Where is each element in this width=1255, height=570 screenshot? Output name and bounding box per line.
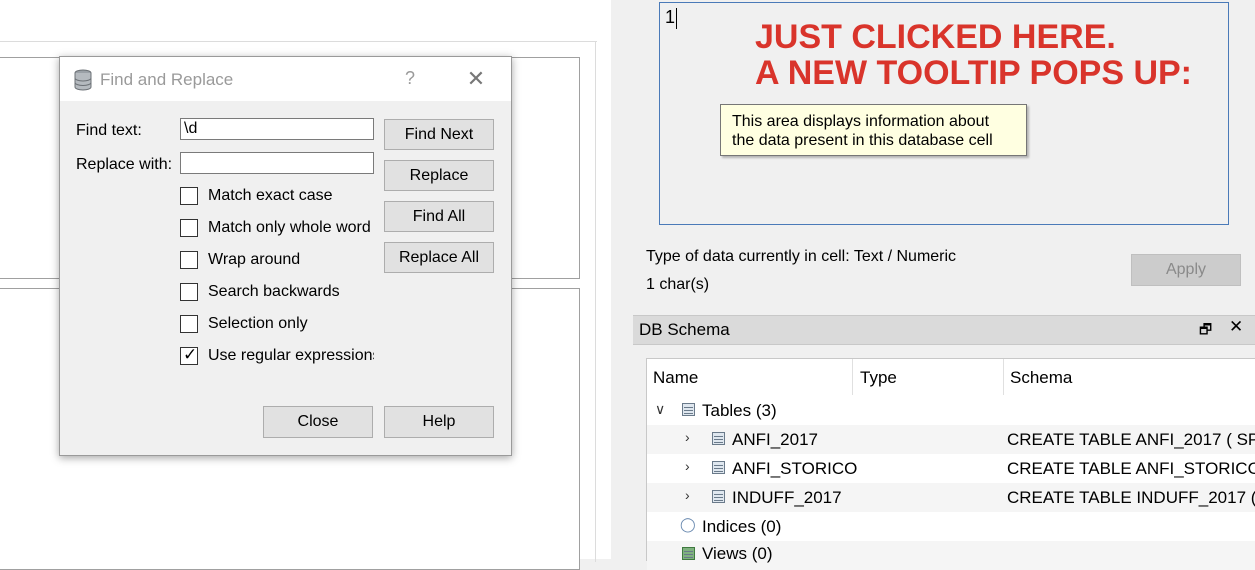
find-text-label: Find text: — [76, 122, 142, 139]
text-caret — [676, 8, 677, 29]
pane-splitter[interactable] — [595, 42, 596, 562]
dialog-title: Find and Replace — [100, 70, 234, 89]
replace-all-button[interactable]: Replace All — [384, 242, 494, 273]
tree-row-indices[interactable]: ◯ Indices (0) — [647, 512, 1255, 541]
tree-item-label: ANFI_STORICO — [732, 459, 858, 478]
replace-button[interactable]: Replace — [384, 160, 494, 191]
chevron-right-icon[interactable]: › — [685, 429, 690, 445]
find-replace-dialog: Find and Replace ? ✕ Find text: Replace … — [59, 56, 512, 456]
column-separator[interactable] — [1003, 359, 1004, 395]
db-schema-title: DB Schema — [639, 320, 730, 339]
database-icon — [74, 69, 92, 91]
column-header-schema[interactable]: Schema — [1010, 368, 1072, 388]
checkbox-label: Selection only — [208, 315, 308, 332]
find-all-button[interactable]: Find All — [384, 201, 494, 232]
tree-item-label: ANFI_2017 — [732, 430, 818, 449]
tree-item-label: Indices (0) — [702, 517, 782, 536]
tree-row-table[interactable]: › INDUFF_2017 CREATE TABLE INDUFF_2017 ( — [647, 483, 1255, 512]
table-icon — [712, 461, 725, 474]
tree-row-table[interactable]: › ANFI_2017 CREATE TABLE ANFI_2017 ( SP — [647, 425, 1255, 454]
close-button[interactable]: Close — [263, 406, 373, 438]
close-dock-icon[interactable]: ✕ — [1229, 317, 1243, 337]
annotation-text: JUST CLICKED HERE. A NEW TOOLTIP POPS UP… — [755, 18, 1193, 92]
tree-item-schema: CREATE TABLE ANFI_STORICO — [1007, 459, 1255, 478]
chevron-right-icon[interactable]: › — [685, 487, 690, 503]
close-icon[interactable]: ✕ — [466, 66, 486, 92]
data-type-label: Type of data currently in cell: Text / N… — [646, 248, 957, 265]
column-header-type[interactable]: Type — [860, 368, 897, 388]
tree-row-views[interactable]: Views (0) — [647, 541, 1255, 570]
checkbox-box[interactable] — [180, 187, 198, 205]
tree-item-label: Tables (3) — [702, 401, 777, 420]
cell-value-text: 1 — [665, 7, 676, 27]
chevron-right-icon[interactable]: › — [685, 458, 690, 474]
help-button[interactable]: Help — [384, 406, 494, 438]
checkbox-label: Match only whole word — [208, 219, 371, 236]
tree-item-schema: CREATE TABLE INDUFF_2017 ( — [1007, 488, 1255, 507]
help-icon[interactable]: ? — [400, 68, 420, 89]
left-pane-divider — [0, 41, 597, 44]
checkmark-icon: ✓ — [183, 345, 198, 364]
replace-with-input[interactable] — [180, 152, 374, 174]
table-icon — [712, 490, 725, 503]
tree-row-tables[interactable]: ∨ Tables (3) — [647, 396, 1255, 425]
tree-item-label: Views (0) — [702, 544, 773, 563]
checkbox-box[interactable] — [180, 283, 198, 301]
char-count-label: 1 char(s) — [646, 276, 710, 293]
checkbox-box[interactable] — [180, 219, 198, 237]
apply-button[interactable]: Apply — [1131, 254, 1241, 286]
checkbox-label: Wrap around — [208, 251, 301, 268]
replace-with-label: Replace with: — [76, 156, 173, 173]
float-dock-icon[interactable]: 🗗 — [1199, 319, 1212, 343]
tooltip: This area displays information about the… — [720, 104, 1027, 156]
column-header-name[interactable]: Name — [653, 368, 698, 388]
checkbox-box[interactable]: ✓ — [180, 345, 198, 365]
checkbox-label: Search backwards — [208, 283, 340, 300]
chevron-down-icon[interactable]: ∨ — [655, 401, 665, 418]
checkbox-label: Use regular expressions — [208, 347, 374, 364]
checkbox-box[interactable] — [180, 315, 198, 333]
checkbox-box[interactable] — [180, 251, 198, 269]
find-text-input[interactable] — [180, 118, 374, 140]
table-icon — [712, 432, 725, 445]
tree-item-schema: CREATE TABLE ANFI_2017 ( SP — [1007, 430, 1255, 449]
column-separator[interactable] — [852, 359, 853, 395]
checkbox-label: Match exact case — [208, 187, 333, 204]
table-icon — [682, 403, 695, 416]
tag-icon: ◯ — [680, 516, 696, 532]
find-next-button[interactable]: Find Next — [384, 119, 494, 150]
tree-row-table[interactable]: › ANFI_STORICO CREATE TABLE ANFI_STORICO — [647, 454, 1255, 483]
view-icon — [682, 547, 695, 560]
tree-item-label: INDUFF_2017 — [732, 488, 842, 507]
